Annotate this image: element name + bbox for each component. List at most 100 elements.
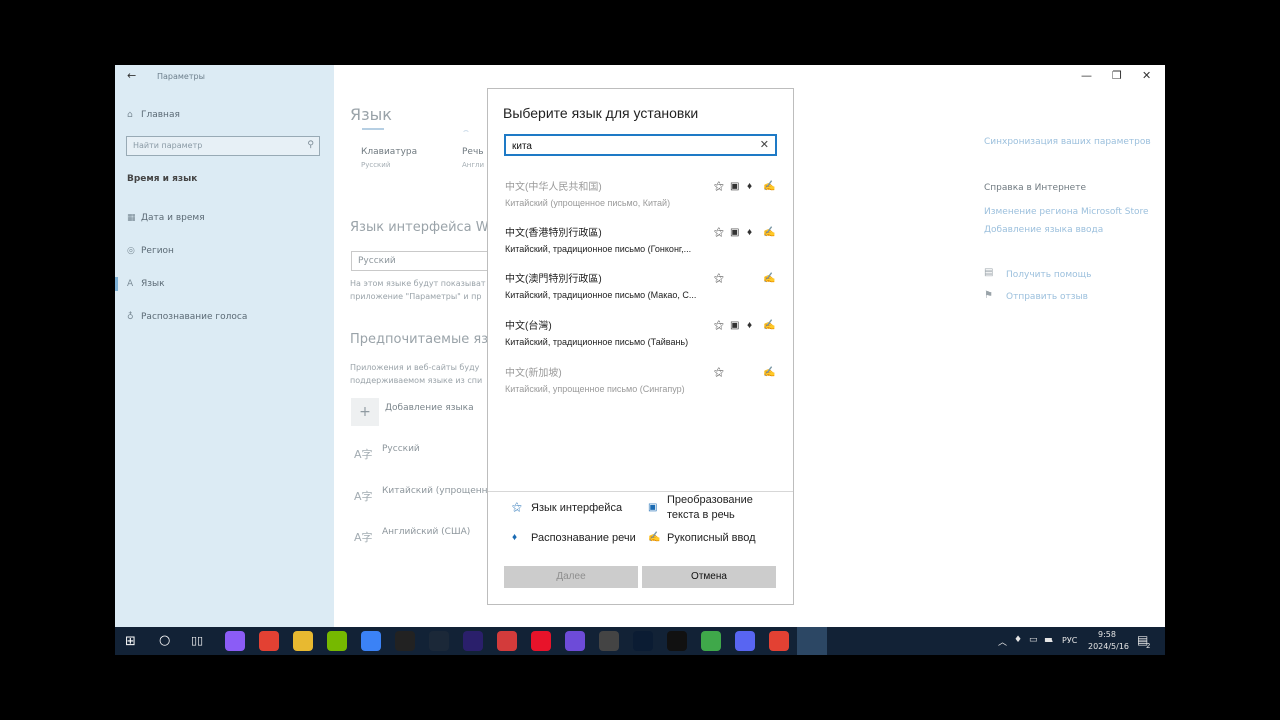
change-region-link[interactable]: Изменение региона Microsoft Store	[984, 207, 1149, 217]
back-arrow-icon[interactable]: ←	[127, 69, 136, 82]
window-title: Параметры	[157, 72, 205, 81]
interface-language-icon: ⚝	[714, 273, 724, 284]
language-glyph-icon: A字	[354, 490, 373, 503]
language-search-input[interactable]	[506, 138, 752, 155]
language-native-name: 中文(中华人民共和国)	[505, 182, 602, 193]
language-item-label[interactable]: Английский (США)	[382, 527, 470, 537]
home-nav[interactable]: ⌂ Главная	[127, 110, 180, 120]
add-language-button[interactable]: +	[351, 398, 379, 426]
tray-time[interactable]: 9:58	[1098, 630, 1116, 639]
cancel-button[interactable]: Отмена	[642, 566, 776, 588]
tray-battery-icon[interactable]: ▭	[1029, 635, 1038, 645]
chat-app-icon[interactable]	[361, 631, 381, 651]
restore-button[interactable]: ❐	[1112, 69, 1122, 82]
sidebar-item-region[interactable]: ◎ Регион	[127, 246, 174, 256]
language-item-label[interactable]: Китайский (упрощенное	[382, 486, 499, 496]
legend-speech: Распознавание речи	[531, 532, 636, 544]
language-result-row[interactable]: 中文(新加坡) Китайский, упрощенное письмо (Си…	[489, 363, 792, 407]
text-to-speech-icon: ▣	[730, 181, 740, 192]
clear-search-icon[interactable]: ✕	[760, 138, 769, 151]
interface-language-icon: ⚝	[714, 367, 724, 378]
language-native-name: 中文(澳門特別行政區)	[505, 274, 602, 285]
language-result-row[interactable]: 中文(香港特別行政區) Китайский, традиционное пись…	[489, 223, 792, 267]
feedback-link[interactable]: Отправить отзыв	[1006, 292, 1088, 302]
language-result-row[interactable]: 中文(澳門特別行政區) Китайский, традиционное пись…	[489, 269, 792, 313]
tray-chevron-icon[interactable]: ︿	[998, 635, 1007, 648]
tray-cloud-icon[interactable]: ☁	[1044, 635, 1053, 645]
speech-tile-value: Англи	[462, 161, 485, 169]
recorder-app-icon[interactable]	[395, 631, 415, 651]
language-native-name: 中文(香港特別行政區)	[505, 228, 602, 239]
preferred-languages-heading: Предпочитаемые язык	[350, 332, 507, 347]
add-language-label[interactable]: Добавление языка	[385, 403, 474, 413]
sidebar-item-speech[interactable]: ♁ Распознавание голоса	[127, 312, 247, 322]
language-description: Китайский (упрощенное письмо, Китай)	[505, 198, 671, 208]
tray-microphone-icon[interactable]: ♦	[1014, 635, 1022, 645]
audition-app-icon[interactable]	[463, 631, 483, 651]
language-search-box[interactable]: ✕	[504, 134, 777, 156]
help-chat-icon: ▤	[984, 267, 994, 278]
tiktok-app-icon[interactable]	[667, 631, 687, 651]
language-item-label[interactable]: Русский	[382, 444, 420, 454]
calendar-icon: ▦	[127, 213, 136, 223]
home-icon: ⌂	[127, 110, 133, 120]
sidebar-item-language[interactable]: A Язык	[127, 279, 165, 289]
tray-date[interactable]: 2024/5/16	[1088, 642, 1129, 651]
handwriting-icon: ✍	[763, 227, 776, 238]
close-button[interactable]: ✕	[1142, 69, 1151, 82]
search-circle-icon[interactable]: ○	[159, 633, 170, 648]
bluestacks-app-icon[interactable]	[701, 631, 721, 651]
speech-tile-label[interactable]: Речь	[462, 147, 484, 157]
help-heading: Справка в Интернете	[984, 183, 1086, 193]
vpn-app-icon[interactable]	[565, 631, 585, 651]
add-input-language-link[interactable]: Добавление языка ввода	[984, 225, 1103, 235]
interface-language-icon: ⚝	[714, 320, 724, 331]
chrome-app-icon[interactable]	[259, 631, 279, 651]
language-result-row[interactable]: 中文(中华人民共和国) Китайский (упрощенное письмо…	[489, 177, 792, 221]
language-description: Китайский, традиционное письмо (Гонконг,…	[505, 244, 692, 254]
sidebar-item-date-time[interactable]: ▦ Дата и время	[127, 213, 205, 223]
ui-language-note-1: На этом языке будут показыват	[350, 279, 486, 288]
settings-search-input[interactable]: Найти параметр ⚲	[126, 136, 320, 156]
interface-language-icon: ⚝	[512, 502, 522, 513]
install-language-dialog: Выберите язык для установки ✕ 中文(中华人民共和国…	[487, 88, 794, 605]
legend-handwriting: Рукописный ввод	[667, 532, 756, 544]
discord-app-icon[interactable]	[735, 631, 755, 651]
ui-language-value: Русский	[358, 256, 396, 266]
assistant-app-icon[interactable]	[225, 631, 245, 651]
ui-language-select[interactable]: Русский	[351, 251, 491, 271]
get-help-link[interactable]: Получить помощь	[1006, 270, 1091, 280]
steam-app-icon[interactable]	[429, 631, 449, 651]
sidebar-item-label: Дата и время	[141, 213, 205, 223]
sync-link[interactable]: Синхронизация ваших параметров	[984, 137, 1151, 147]
explorer-app-icon[interactable]	[293, 631, 313, 651]
settings-app-icon[interactable]	[797, 627, 827, 655]
task-view-icon[interactable]: ▯▯	[191, 634, 203, 647]
speech-tile-icon: ⌢	[463, 126, 469, 136]
sidebar-item-label: Язык	[141, 279, 165, 289]
davinci-app-icon[interactable]	[599, 631, 619, 651]
legend-divider	[488, 491, 793, 492]
photoshop-app-icon[interactable]	[633, 631, 653, 651]
globe-icon: ◎	[127, 246, 135, 256]
chrome2-app-icon[interactable]	[769, 631, 789, 651]
speech-recognition-icon: ♦	[747, 181, 753, 192]
handwriting-icon: ✍	[648, 532, 661, 543]
handwriting-icon: ✍	[763, 367, 776, 378]
minimize-button[interactable]: —	[1081, 69, 1092, 82]
next-button[interactable]: Далее	[504, 566, 638, 588]
language-result-row[interactable]: 中文(台灣) Китайский, традиционное письмо (Т…	[489, 316, 792, 360]
language-native-name: 中文(新加坡)	[505, 368, 562, 379]
windows-start-icon[interactable]: ⊞	[125, 634, 136, 649]
text-to-speech-icon: ▣	[730, 320, 740, 331]
interface-language-icon: ⚝	[714, 181, 724, 192]
handwriting-icon: ✍	[763, 320, 776, 331]
speech-recognition-icon: ♦	[747, 227, 753, 238]
opera-app-icon[interactable]	[531, 631, 551, 651]
nvidia-app-icon[interactable]	[327, 631, 347, 651]
tray-language[interactable]: РУС	[1062, 636, 1077, 645]
app-app-icon[interactable]	[497, 631, 517, 651]
keyboard-tile-label[interactable]: Клавиатура	[361, 147, 417, 157]
search-icon: ⚲	[307, 140, 314, 150]
sidebar: ← Параметры ⌂ Главная Найти параметр ⚲ Вре…	[115, 65, 334, 627]
